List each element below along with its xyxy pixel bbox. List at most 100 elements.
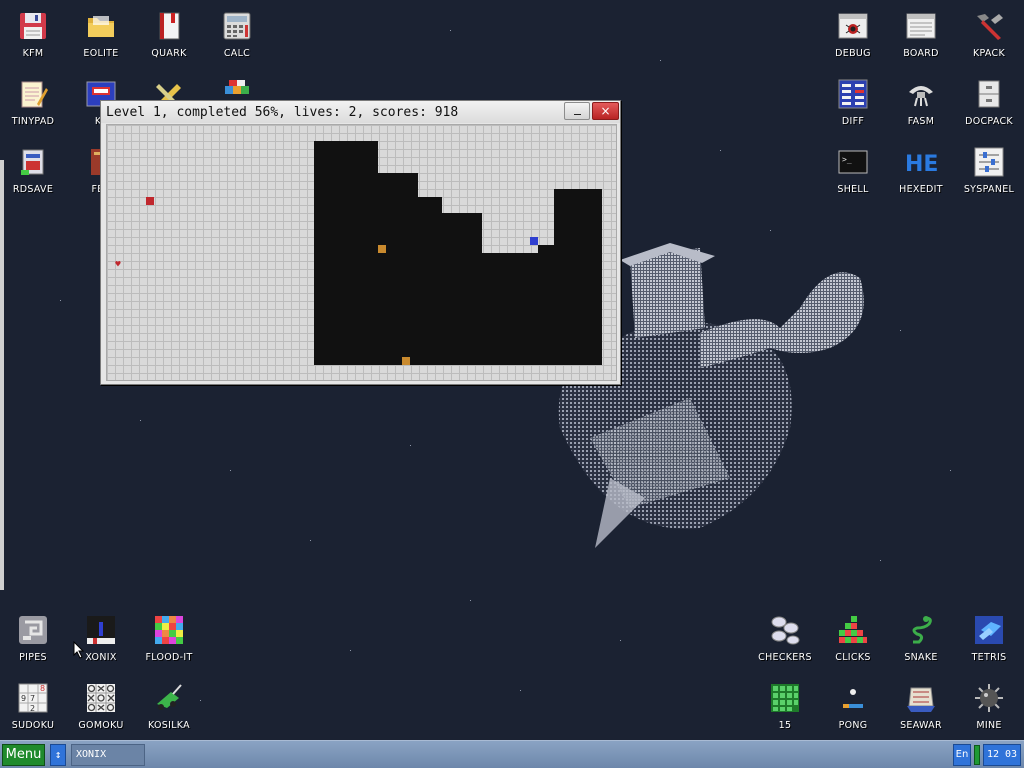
desktop-icon-label: SUDOKU: [11, 720, 55, 731]
floppy-disk-icon: [17, 10, 49, 42]
desktop-icon-label: EOLITE: [83, 48, 119, 59]
desktop-icon-calc[interactable]: CALC: [205, 2, 269, 66]
enemy-ball-orange: [378, 245, 386, 253]
taskbar-item-xonix[interactable]: XONIX: [71, 744, 145, 766]
desktop-icon-label: MINE: [976, 720, 1002, 731]
desktop-icon-quark[interactable]: QUARK: [137, 2, 201, 66]
desktop-icon-fasm[interactable]: FASM: [889, 70, 953, 134]
captured-area: [442, 213, 482, 365]
desktop-icon-label: SNAKE: [904, 652, 938, 663]
desktop-icon-label: KPACK: [972, 48, 1006, 59]
desktop-icon-label: HEXEDIT: [899, 184, 943, 195]
desktop-icon-label: DIFF: [841, 116, 865, 127]
folder-icon: [85, 10, 117, 42]
xonix-icon: [85, 614, 117, 646]
desktop-icon-seawar[interactable]: SEAWAR: [889, 674, 953, 738]
desktop-icon-kosilka[interactable]: KOSILKA: [137, 674, 201, 738]
desktop-icon-label: CHECKERS: [758, 652, 812, 663]
sudoku-icon: 978 2: [17, 682, 49, 714]
desktop-icon-rdsave[interactable]: RDSAVE: [1, 138, 65, 202]
clock[interactable]: 12 03: [983, 744, 1021, 766]
desktop-icon-label: CLICKS: [835, 652, 871, 663]
desktop-icon-tinypad[interactable]: TINYPAD: [1, 70, 65, 134]
desktop-icon-hexedit[interactable]: HE HEXEDIT: [889, 138, 953, 202]
desktop-icon-flood-it[interactable]: FLOOD-IT: [137, 606, 201, 670]
desktop-icon-docpack[interactable]: DOCPACK: [957, 70, 1021, 134]
hex-editor-icon: HE: [905, 146, 937, 178]
calculator-icon: [221, 10, 253, 42]
ram-disk-save-icon: [17, 146, 49, 178]
lawn-mower-icon: [153, 682, 185, 714]
player-cursor: [530, 237, 538, 245]
desktop-icon-pong[interactable]: PONG: [821, 674, 885, 738]
desktop-icon-debug[interactable]: DEBUG: [821, 2, 885, 66]
desktop-icon-label: 15: [778, 720, 792, 731]
desktop-icon-syspanel[interactable]: SYSPANEL: [957, 138, 1021, 202]
desktop-icon-kfm[interactable]: KFM: [1, 2, 65, 66]
desktop-icon-label: KOSILKA: [148, 720, 190, 731]
desktop-icon-sudoku[interactable]: 978 2 SUDOKU: [1, 674, 65, 738]
desktop-icon-label: FLOOD-IT: [145, 652, 193, 663]
desktop-icon-clicks[interactable]: CLICKS: [821, 606, 885, 670]
assembler-icon: [905, 78, 937, 110]
bug-window-icon: [837, 10, 869, 42]
pipes-icon: [17, 614, 49, 646]
desktop-icon-board[interactable]: BOARD: [889, 2, 953, 66]
tic-tac-toe-icon: [85, 682, 117, 714]
desktop-icon-eolite[interactable]: EOLITE: [69, 2, 133, 66]
desktop-icon-pipes[interactable]: PIPES: [1, 606, 65, 670]
desktop-icon-label: KFM: [22, 48, 44, 59]
tetris-icon: [973, 614, 1005, 646]
desktop-icon-label: XONIX: [85, 652, 117, 663]
menu-button[interactable]: Menu: [2, 744, 45, 766]
window-title: Level 1, completed 56%, lives: 2, scores…: [106, 105, 459, 120]
enemy-ball-red: [146, 197, 154, 205]
svg-text:9: 9: [21, 694, 26, 703]
window-titlebar[interactable]: Level 1, completed 56%, lives: 2, scores…: [101, 101, 620, 123]
svg-text:2: 2: [30, 704, 35, 713]
desktop-icon-checkers[interactable]: CHECKERS: [753, 606, 817, 670]
game-field[interactable]: ♥: [106, 124, 617, 381]
svg-text:8: 8: [40, 684, 45, 693]
captured-area: [418, 197, 442, 365]
desktop-icon-gomoku[interactable]: GOMOKU: [69, 674, 133, 738]
language-indicator[interactable]: En: [953, 744, 971, 766]
notepad-icon: [17, 78, 49, 110]
captured-area: [554, 189, 602, 365]
desktop-icon-label: TETRIS: [971, 652, 1007, 663]
desktop-icon-15[interactable]: 15: [753, 674, 817, 738]
desktop-icon-label: DEBUG: [835, 48, 871, 59]
svg-text:>_: >_: [842, 155, 852, 164]
desktop-icon-mine[interactable]: MINE: [957, 674, 1021, 738]
desktop-icon-shell[interactable]: >_ SHELL: [821, 138, 885, 202]
captured-area: [314, 141, 378, 365]
board-window-icon: [905, 10, 937, 42]
close-button[interactable]: ×: [592, 102, 619, 120]
heart-bonus-icon: ♥: [115, 260, 121, 270]
captured-area: [378, 173, 418, 365]
svg-text:7: 7: [30, 694, 35, 703]
left-edge-panel: [0, 160, 4, 590]
sea-battle-icon: [905, 682, 937, 714]
minimize-button[interactable]: [564, 102, 590, 120]
desktop-icon-label: BOARD: [903, 48, 939, 59]
diff-table-icon: [837, 78, 869, 110]
captured-area: [482, 253, 538, 365]
fifteen-puzzle-icon: [769, 682, 801, 714]
desktop-icon-snake[interactable]: SNAKE: [889, 606, 953, 670]
file-cabinet-icon: [973, 78, 1005, 110]
mouse-pointer-icon: [73, 641, 85, 659]
desktop-icon-kpack[interactable]: KPACK: [957, 2, 1021, 66]
desktop-icon-label: SHELL: [837, 184, 869, 195]
color-grid-icon: [153, 614, 185, 646]
desktop-icon-xonix[interactable]: XONIX: [69, 606, 133, 670]
desktop-icon-tetris[interactable]: TETRIS: [957, 606, 1021, 670]
sliders-icon: [973, 146, 1005, 178]
activity-indicator: [974, 745, 980, 765]
blocks-icon: [837, 614, 869, 646]
window-switch-button[interactable]: ↕: [50, 744, 66, 766]
xonix-window: Level 1, completed 56%, lives: 2, scores…: [100, 100, 621, 385]
enemy-ball-orange: [402, 357, 410, 365]
desktop-icon-diff[interactable]: DIFF: [821, 70, 885, 134]
snake-icon: [905, 614, 937, 646]
